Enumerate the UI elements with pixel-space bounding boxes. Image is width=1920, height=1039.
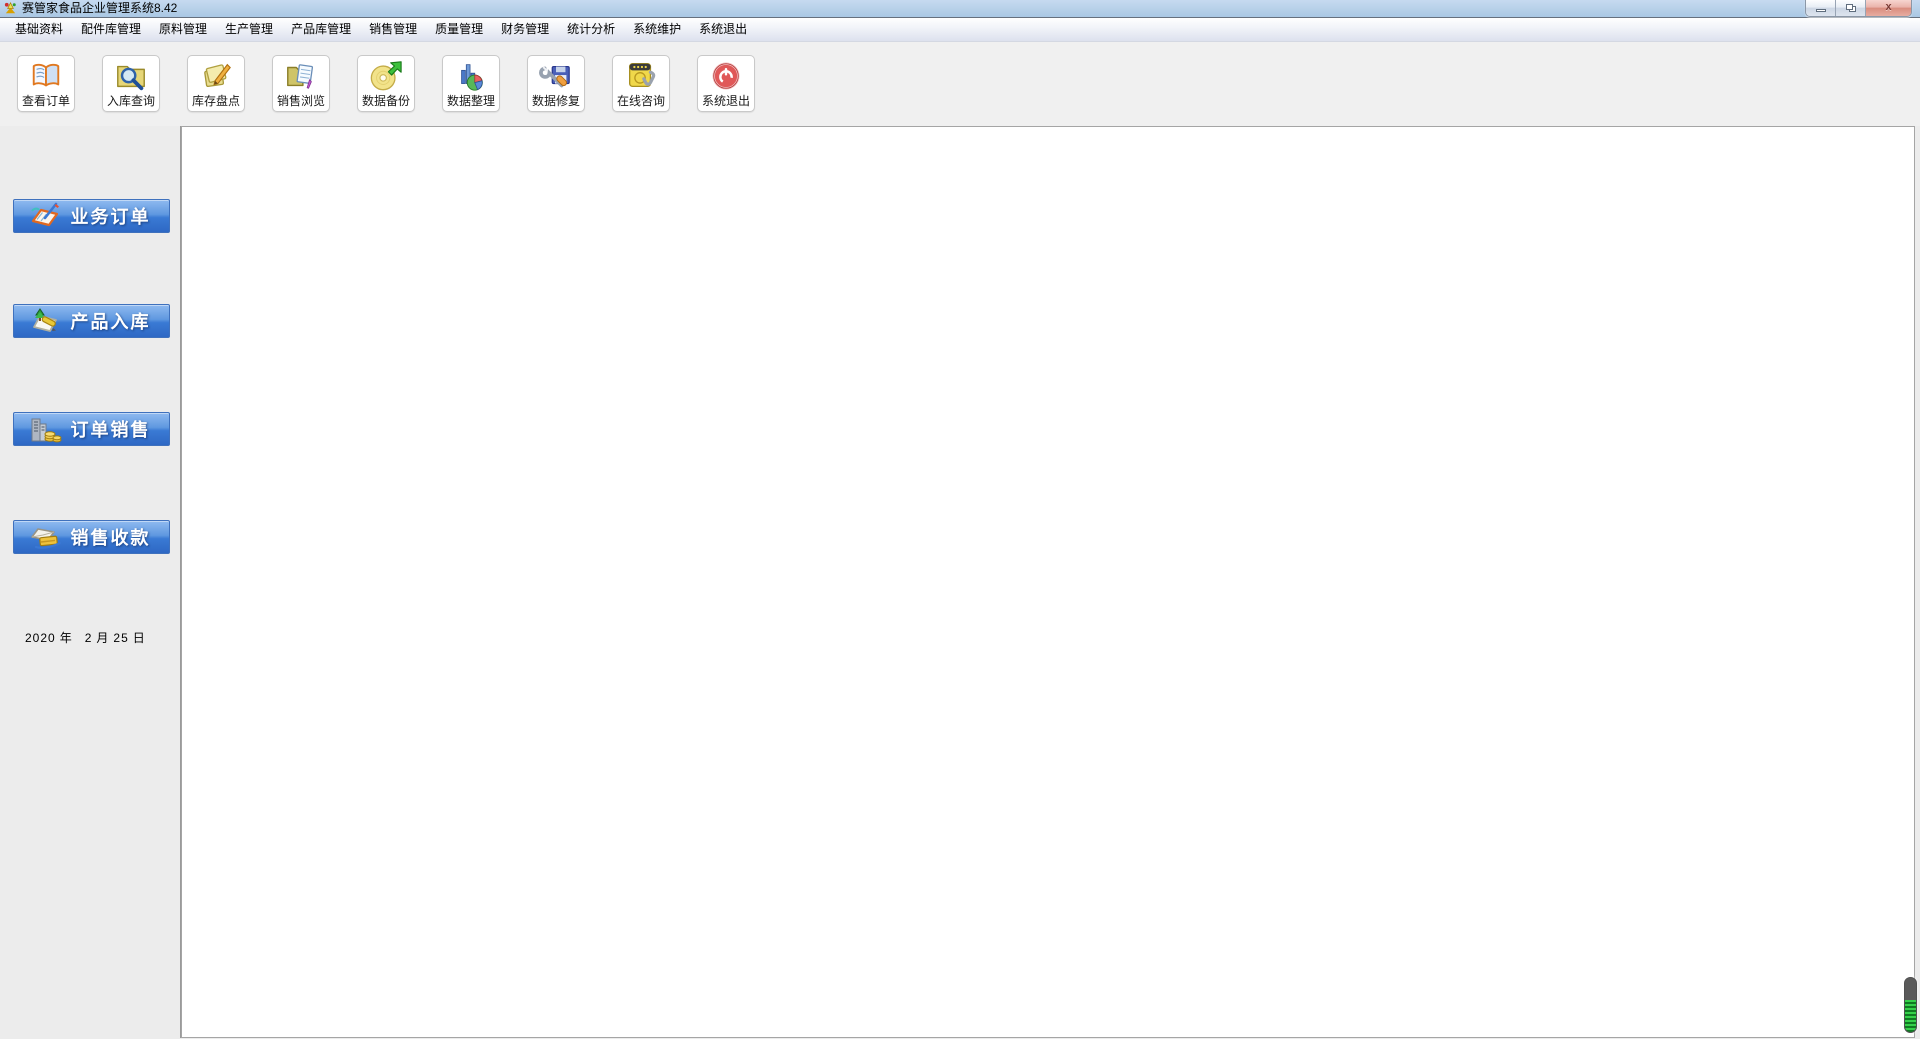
cd-backup-icon	[370, 61, 402, 91]
clipboard-pencil-icon	[31, 202, 59, 227]
menu-item-product-store[interactable]: 产品库管理	[282, 18, 360, 41]
folder-search-icon	[117, 65, 145, 91]
menubar: 基础资料 配件库管理 原料管理 生产管理 产品库管理 销售管理 质量管理 财务管…	[0, 18, 1920, 42]
content-area: 业务订单 产品入库 订单销售 销售收款 2020 年 2 月 25 日	[0, 126, 1920, 1038]
date-day-unit: 日	[132, 631, 146, 645]
minimize-button[interactable]	[1806, 0, 1836, 16]
menu-item-production[interactable]: 生产管理	[216, 18, 282, 41]
level-indicator-widget[interactable]	[1904, 977, 1917, 1033]
main-content-area[interactable]	[181, 126, 1915, 1038]
date-month: 2	[84, 631, 93, 645]
date-year-unit: 年	[59, 631, 73, 645]
sidebar-button-order-sales[interactable]: 订单销售	[13, 412, 170, 446]
level-indicator-fill	[1905, 999, 1916, 1032]
restore-icon	[1846, 4, 1853, 10]
tool-button-label: 在线咨询	[616, 94, 665, 108]
tool-button-label: 数据备份	[361, 94, 410, 108]
data-organize-button[interactable]: 数据整理	[442, 55, 500, 112]
close-button[interactable]: x	[1866, 0, 1911, 16]
date-day: 25	[113, 631, 129, 645]
window-controls: x	[1805, 0, 1912, 17]
tool-button-label: 库存盘点	[191, 94, 240, 108]
tool-button-label: 查看订单	[21, 94, 70, 108]
sidebar: 业务订单 产品入库 订单销售 销售收款 2020 年 2 月 25 日	[0, 126, 181, 1038]
sidebar-button-business-orders[interactable]: 业务订单	[13, 199, 170, 233]
online-consult-button[interactable]: 在线咨询	[612, 55, 670, 112]
tool-button-label: 数据修复	[531, 94, 580, 108]
date-year: 2020	[25, 631, 56, 645]
view-orders-button[interactable]: 查看订单	[17, 55, 75, 112]
sidebar-button-sales-collection[interactable]: 销售收款	[13, 520, 170, 554]
tool-button-label: 入库查询	[106, 94, 155, 108]
chart-pie-icon	[461, 64, 483, 91]
sales-browse-button[interactable]: 销售浏览	[272, 55, 330, 112]
window-title: 赛管家食品企业管理系统8.42	[22, 1, 178, 15]
sidebar-button-label: 订单销售	[70, 420, 151, 440]
data-backup-button[interactable]: 数据备份	[357, 55, 415, 112]
sidebar-button-product-inbound[interactable]: 产品入库	[13, 304, 170, 338]
menu-item-raw-material[interactable]: 原料管理	[150, 18, 216, 41]
system-exit-button[interactable]: 系统退出	[697, 55, 755, 112]
notes-pencil-icon	[204, 63, 231, 88]
close-icon: x	[1885, 1, 1892, 13]
menu-item-exit[interactable]: 系统退出	[690, 18, 756, 41]
sidebar-button-label: 业务订单	[70, 207, 151, 227]
building-coins-icon	[31, 418, 62, 443]
menu-item-quality[interactable]: 质量管理	[426, 18, 492, 41]
menu-item-parts-store[interactable]: 配件库管理	[72, 18, 150, 41]
inbound-query-button[interactable]: 入库查询	[102, 55, 160, 112]
current-date: 2020 年 2 月 25 日	[25, 629, 150, 646]
toolbar: 查看订单 入库查询 库存盘点 销售浏览 数据备份 数据整理 数据修复 在线咨询 …	[0, 42, 1920, 126]
tool-button-label: 数据整理	[446, 94, 495, 108]
sidebar-button-label: 产品入库	[70, 312, 151, 332]
data-repair-button[interactable]: 数据修复	[527, 55, 585, 112]
menu-item-sales[interactable]: 销售管理	[360, 18, 426, 41]
power-icon	[712, 62, 740, 90]
app-logo-icon	[4, 2, 16, 14]
tool-button-label: 系统退出	[701, 94, 750, 108]
envelope-card-icon	[31, 528, 62, 549]
menu-item-statistics[interactable]: 统计分析	[558, 18, 624, 41]
tool-button-label: 销售浏览	[276, 94, 325, 108]
folder-document-icon	[287, 64, 314, 89]
restore-button[interactable]	[1836, 0, 1866, 16]
online-phone-icon	[629, 63, 656, 88]
menu-item-maintenance[interactable]: 系统维护	[624, 18, 690, 41]
titlebar: 赛管家食品企业管理系统8.42 x	[0, 0, 1920, 18]
wrench-floppy-icon	[539, 65, 570, 88]
open-book-icon	[32, 63, 60, 87]
menu-item-basic-data[interactable]: 基础资料	[6, 18, 72, 41]
minimize-icon	[1816, 9, 1826, 12]
date-month-unit: 月	[96, 631, 110, 645]
menu-item-finance[interactable]: 财务管理	[492, 18, 558, 41]
sidebar-button-label: 销售收款	[70, 528, 151, 548]
stock-count-button[interactable]: 库存盘点	[187, 55, 245, 112]
notepad-tree-icon	[33, 308, 57, 332]
